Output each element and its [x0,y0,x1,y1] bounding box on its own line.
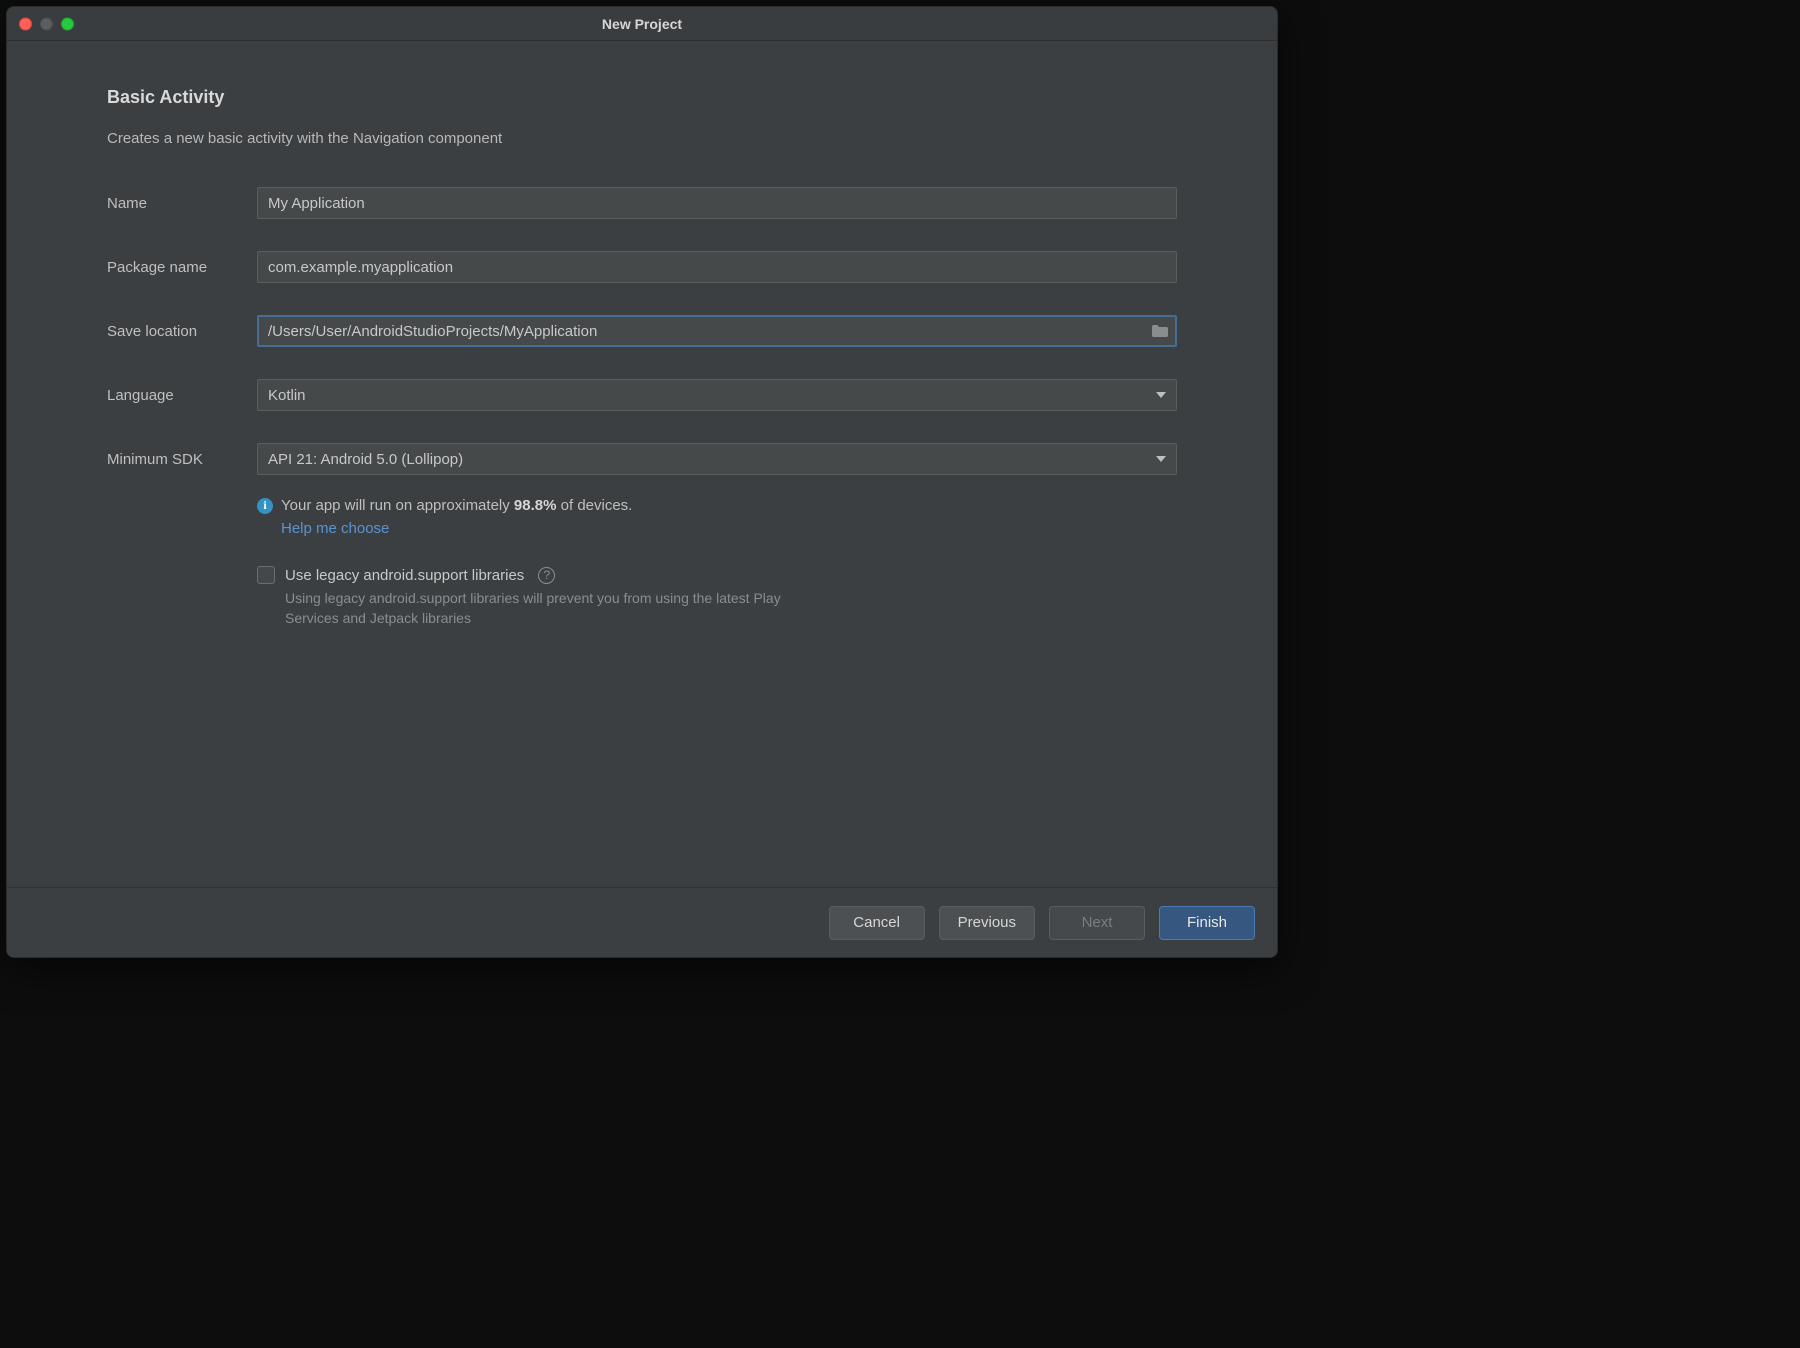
legacy-support-section: Use legacy android.support libraries ? U… [257,566,1177,629]
cancel-button[interactable]: Cancel [829,906,925,940]
folder-icon [1151,324,1169,338]
window-title: New Project [602,16,682,32]
finish-button[interactable]: Finish [1159,906,1255,940]
name-input[interactable] [257,187,1177,219]
legacy-checkbox-row: Use legacy android.support libraries ? [257,566,1177,584]
chevron-down-icon [1156,456,1166,462]
label-language: Language [107,387,257,404]
help-me-choose-link[interactable]: Help me choose [281,520,389,537]
dialog-content: Basic Activity Creates a new basic activ… [7,41,1277,887]
language-select[interactable]: Kotlin [257,379,1177,411]
location-input[interactable] [257,315,1177,347]
close-icon[interactable] [19,17,32,30]
sdk-info-line: i Your app will run on approximately 98.… [257,497,1177,514]
page-title: Basic Activity [107,87,1177,108]
label-name: Name [107,195,257,212]
language-value: Kotlin [268,387,306,404]
page-subtitle: Creates a new basic activity with the Na… [107,130,1177,147]
package-input[interactable] [257,251,1177,283]
browse-folder-button[interactable] [1149,322,1171,340]
new-project-dialog: New Project Basic Activity Creates a new… [6,6,1278,958]
previous-button[interactable]: Previous [939,906,1035,940]
info-icon: i [257,498,273,514]
minimize-icon[interactable] [40,17,53,30]
window-controls [19,17,74,30]
label-package: Package name [107,259,257,276]
titlebar: New Project [7,7,1277,41]
dialog-footer: Cancel Previous Next Finish [7,887,1277,957]
row-location: Save location [107,315,1177,347]
sdk-info: i Your app will run on approximately 98.… [257,497,1177,538]
chevron-down-icon [1156,392,1166,398]
label-minsdk: Minimum SDK [107,451,257,468]
legacy-label: Use legacy android.support libraries [285,567,524,584]
legacy-checkbox[interactable] [257,566,275,584]
legacy-description: Using legacy android.support libraries w… [285,588,805,629]
row-name: Name [107,187,1177,219]
label-location: Save location [107,323,257,340]
minsdk-select[interactable]: API 21: Android 5.0 (Lollipop) [257,443,1177,475]
next-button: Next [1049,906,1145,940]
sdk-info-text: Your app will run on approximately 98.8%… [281,497,632,514]
help-icon[interactable]: ? [538,567,555,584]
row-language: Language Kotlin [107,379,1177,411]
row-package: Package name [107,251,1177,283]
row-minsdk: Minimum SDK API 21: Android 5.0 (Lollipo… [107,443,1177,475]
maximize-icon[interactable] [61,17,74,30]
minsdk-value: API 21: Android 5.0 (Lollipop) [268,451,463,468]
